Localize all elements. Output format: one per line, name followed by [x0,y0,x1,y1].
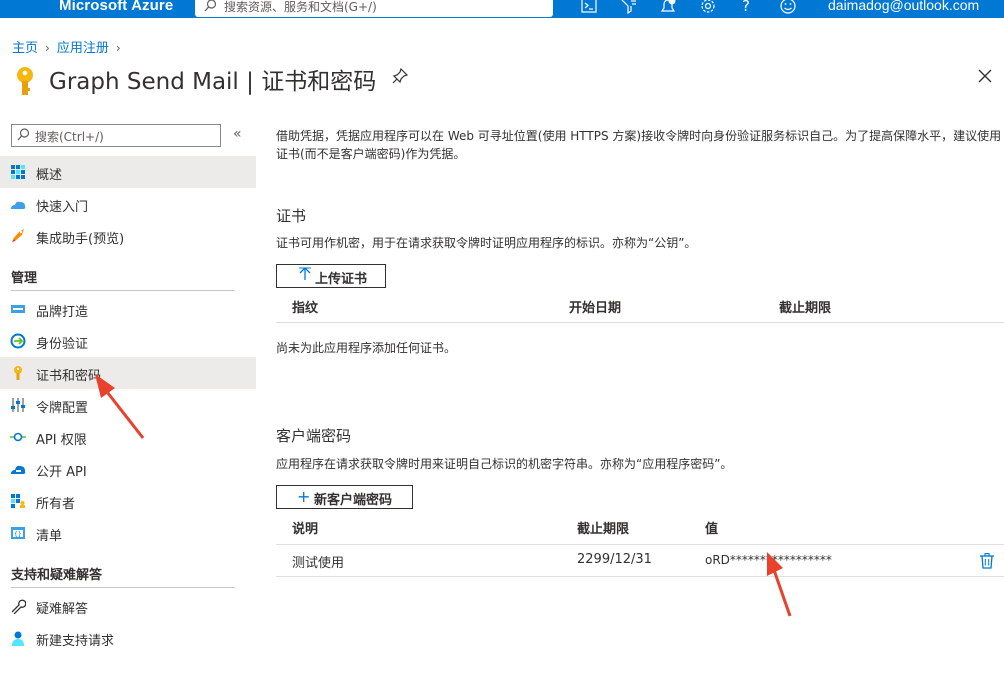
secret-description-cell: 测试使用 [292,556,345,571]
sidebar-item-integration-assistant[interactable]: 集成助手(预览) [0,220,256,252]
new-client-secret-button[interactable]: + 新客户端密码 [276,485,413,509]
page-header: Graph Send Mail | 证书和密码 [12,62,1004,98]
breadcrumb: 主页 › 应用注册 › [12,37,128,56]
annotation-arrow [95,374,145,439]
sidebar-item-expose-api[interactable]: 公开 API [0,453,256,485]
quickstart-icon [11,201,26,209]
cloud-shell-icon[interactable] [580,0,598,16]
sidebar-item-troubleshooting[interactable]: 疑难解答 [0,590,256,622]
search-icon [17,128,30,141]
feedback-icon[interactable] [779,0,797,16]
sidebar-item-quickstart[interactable]: 快速入门 [0,188,256,220]
authentication-icon [10,333,26,349]
sidebar-item-label: 令牌配置 [36,401,89,416]
support-section-title: 支持和疑难解答 [11,568,103,583]
sidebar-item-label: 疑难解答 [36,602,89,617]
overview-icon [11,165,25,179]
delete-icon[interactable] [980,553,994,569]
manifest-icon: {} [11,527,25,539]
page-title: Graph Send Mail | 证书和密码 [49,69,377,95]
chevron-right-icon: › [115,41,121,55]
expose-api-icon [11,465,26,474]
cert-column-thumbprint[interactable]: 指纹 [292,297,318,316]
owners-icon [11,494,25,508]
key-icon [17,67,33,95]
chevron-right-icon: › [45,41,50,55]
upload-certificate-button[interactable]: 上传证书 [276,264,386,288]
brand-label[interactable]: Microsoft Azure [59,0,173,14]
sidebar-item-label: 概述 [36,168,63,183]
support-request-icon [12,631,24,646]
directory-filter-icon[interactable] [619,0,637,16]
collapse-menu-icon[interactable]: « [233,126,242,142]
sidebar-item-label: 快速入门 [36,200,89,215]
svg-text:{}: {} [14,531,22,538]
integration-assistant-icon [12,229,24,242]
table-divider [276,544,1004,545]
breadcrumb-home[interactable]: 主页 [12,37,38,56]
table-divider [276,576,1004,577]
sidebar-item-new-support-request[interactable]: 新建支持请求 [0,622,256,654]
manage-section-title: 管理 [11,271,38,286]
close-icon[interactable] [978,69,992,83]
key-icon [14,366,22,380]
client-secrets-description: 应用程序在请求获取令牌时用来证明自己标识的机密字符串。亦称为“应用程序密码”。 [276,457,733,471]
branding-icon [11,305,25,313]
cert-column-expires[interactable]: 截止期限 [779,297,831,316]
secret-expires-cell: 2299/12/31 [577,552,652,567]
sidebar-item-label: 清单 [36,529,63,544]
secret-column-description[interactable]: 说明 [292,518,318,537]
sidebar-item-authentication[interactable]: 身份验证 [0,325,256,357]
notifications-icon[interactable] [659,0,677,16]
sidebar-item-label: 集成助手(预览) [36,232,125,247]
new-client-secret-label: 新客户端密码 [314,493,393,508]
global-search-placeholder: 搜索资源、服务和文档(G+/) [224,0,377,14]
credentials-intro-text: 借助凭据，凭据应用程序可以在 Web 可寻址位置(使用 HTTPS 方案)接收令… [276,129,1002,161]
sidebar-item-label: 公开 API [36,465,87,480]
sidebar-item-owners[interactable]: 所有者 [0,485,256,517]
global-search-input[interactable]: 搜索资源、服务和文档(G+/) [195,0,553,17]
account-user-label[interactable]: daimadog@outlook.com [828,0,979,13]
secret-column-expires[interactable]: 截止期限 [577,518,629,537]
client-secrets-section-title: 客户端密码 [276,427,352,445]
sidebar-item-label: 品牌打造 [36,305,89,320]
section-divider [11,290,235,291]
search-icon [204,0,217,12]
wrench-icon [11,599,26,614]
breadcrumb-app-registrations[interactable]: 应用注册 [57,37,109,56]
sidebar-item-manifest[interactable]: {} 清单 [0,517,256,549]
sidebar-item-branding[interactable]: 品牌打造 [0,293,256,325]
pin-icon[interactable] [392,68,408,84]
menu-search-input[interactable]: 搜索(Ctrl+/) [11,124,221,147]
section-divider [11,587,235,588]
api-permissions-icon [10,432,26,442]
certificates-section-title: 证书 [276,207,307,225]
certificates-empty-text: 尚未为此应用程序添加任何证书。 [276,341,457,355]
annotation-arrow [767,552,792,617]
upload-certificate-label: 上传证书 [315,272,368,287]
cert-column-start-date[interactable]: 开始日期 [569,297,621,316]
upload-icon [299,267,311,280]
menu-search-placeholder: 搜索(Ctrl+/) [35,130,104,144]
sidebar-item-label: 所有者 [36,497,76,512]
top-bar: Microsoft Azure 搜索资源、服务和文档(G+/) ? daimad… [0,0,1004,18]
sidebar-item-label: 新建支持请求 [36,634,115,649]
table-divider [276,322,1004,323]
settings-icon[interactable] [699,0,717,16]
sidebar-item-label: 身份验证 [36,337,89,352]
token-config-icon [11,398,25,412]
sidebar-item-label: API 权限 [36,433,87,448]
help-icon[interactable]: ? [742,0,760,15]
add-icon: + [297,487,311,506]
certificates-description: 证书可用作机密，用于在请求获取令牌时证明应用程序的标识。亦称为“公钥”。 [276,236,697,250]
sidebar-item-overview[interactable]: 概述 [0,156,256,188]
secret-column-value[interactable]: 值 [705,518,718,537]
